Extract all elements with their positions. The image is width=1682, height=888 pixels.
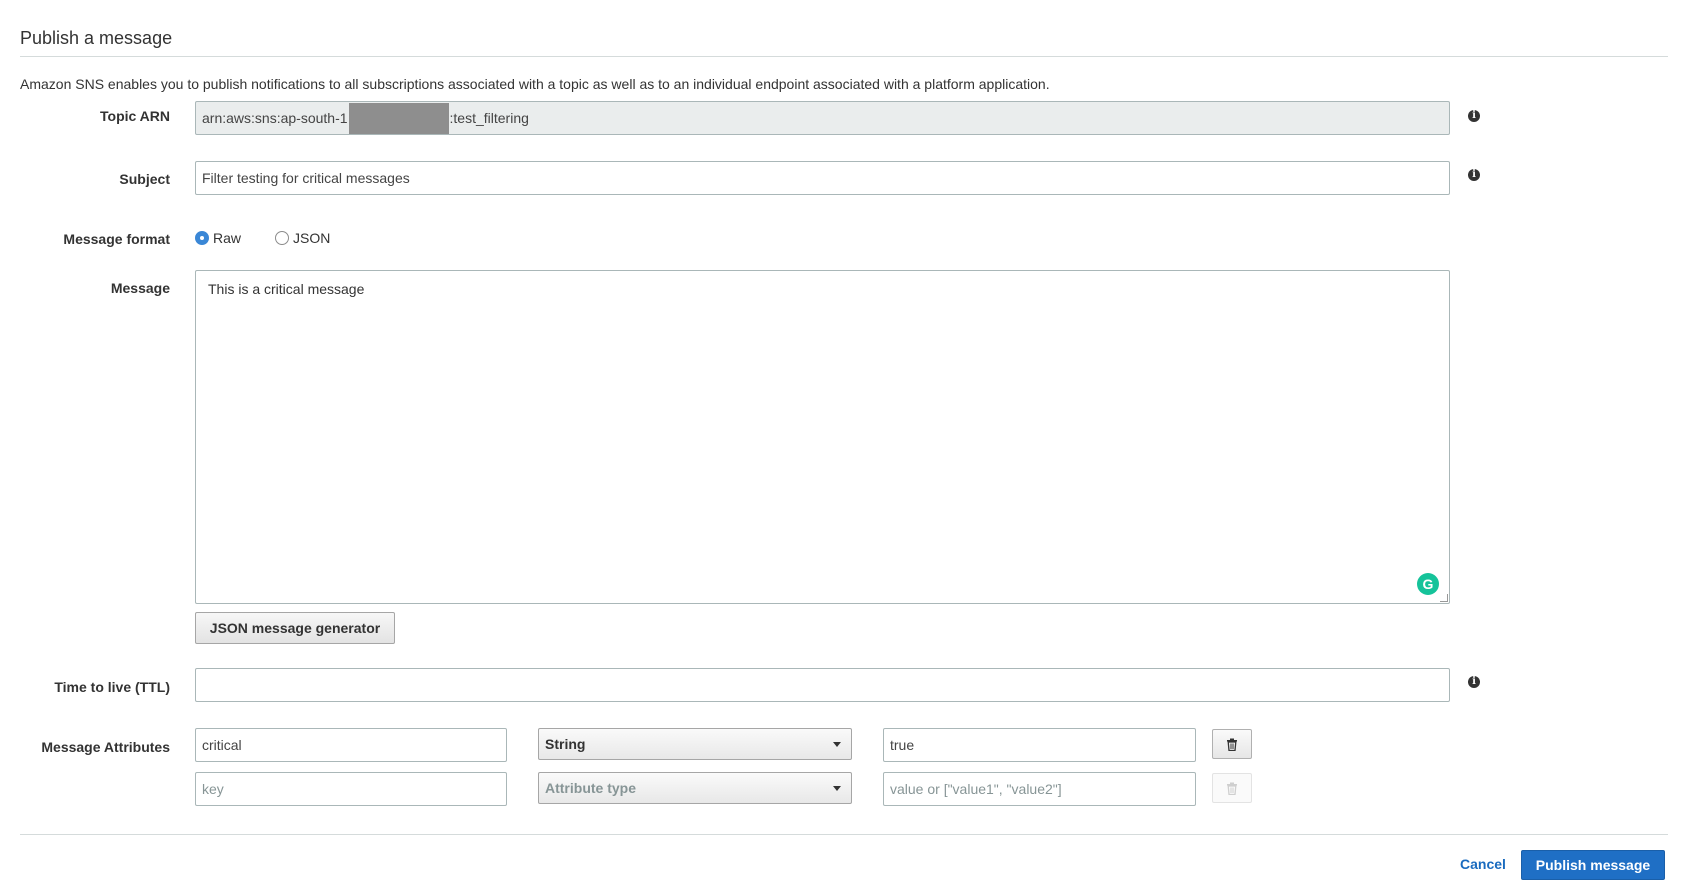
redacted-account-id (348, 103, 449, 134)
footer-divider (20, 834, 1668, 835)
delete-attribute-button[interactable] (1212, 729, 1252, 759)
header-divider (20, 56, 1668, 57)
topic-arn-field: arn:aws:sns:ap-south-1 :test_filtering (195, 101, 1450, 135)
radio-json-label: JSON (293, 230, 331, 246)
subject-input[interactable]: Filter testing for critical messages (195, 161, 1450, 195)
radio-json[interactable]: JSON (275, 230, 330, 246)
radio-raw-circle[interactable] (195, 231, 209, 245)
new-attribute-key-input[interactable]: key (195, 772, 507, 806)
new-attribute-type-select[interactable]: Attribute type (538, 772, 852, 804)
radio-raw-label: Raw (213, 230, 242, 246)
message-format-label: Message format (63, 231, 170, 247)
message-format-radio-group: Raw JSON (195, 230, 364, 246)
attribute-type-select[interactable]: String (538, 728, 852, 760)
message-textarea[interactable]: This is a critical message G (195, 270, 1450, 604)
caret-down-icon (833, 742, 841, 747)
cancel-link[interactable]: Cancel (1460, 856, 1506, 872)
ttl-info-icon[interactable]: i (1468, 676, 1480, 688)
page-description: Amazon SNS enables you to publish notifi… (20, 76, 1050, 92)
grammarly-icon[interactable]: G (1417, 573, 1439, 595)
topic-arn-suffix: :test_filtering (449, 110, 529, 126)
topic-arn-prefix: arn:aws:sns:ap-south-1 (202, 110, 348, 126)
message-attributes-label: Message Attributes (41, 739, 170, 755)
attribute-key-input[interactable]: critical (195, 728, 507, 762)
json-message-generator-button[interactable]: JSON message generator (195, 612, 395, 644)
trash-icon (1227, 738, 1237, 751)
message-label: Message (110, 280, 170, 296)
publish-message-button[interactable]: Publish message (1521, 850, 1665, 880)
page-title: Publish a message (20, 28, 173, 48)
subject-info-icon[interactable]: i (1468, 169, 1480, 181)
topic-arn-info-icon[interactable]: i (1468, 110, 1480, 122)
resize-grip-icon[interactable] (1440, 594, 1448, 602)
ttl-input[interactable] (195, 668, 1450, 702)
message-text: This is a critical message (208, 281, 365, 297)
radio-raw[interactable]: Raw (195, 230, 241, 246)
radio-json-circle[interactable] (275, 231, 290, 245)
trash-icon (1227, 782, 1237, 795)
new-attribute-value-input[interactable]: value or ["value1", "value2"] (883, 772, 1196, 806)
topic-arn-label: Topic ARN (100, 108, 170, 124)
subject-label: Subject (119, 171, 170, 187)
attribute-type-value: String (545, 736, 586, 752)
new-attribute-type-placeholder: Attribute type (545, 780, 636, 796)
attribute-value-input[interactable]: true (883, 728, 1196, 762)
caret-down-icon (833, 786, 841, 791)
ttl-label: Time to live (TTL) (54, 679, 170, 695)
delete-new-attribute-button (1212, 773, 1252, 803)
